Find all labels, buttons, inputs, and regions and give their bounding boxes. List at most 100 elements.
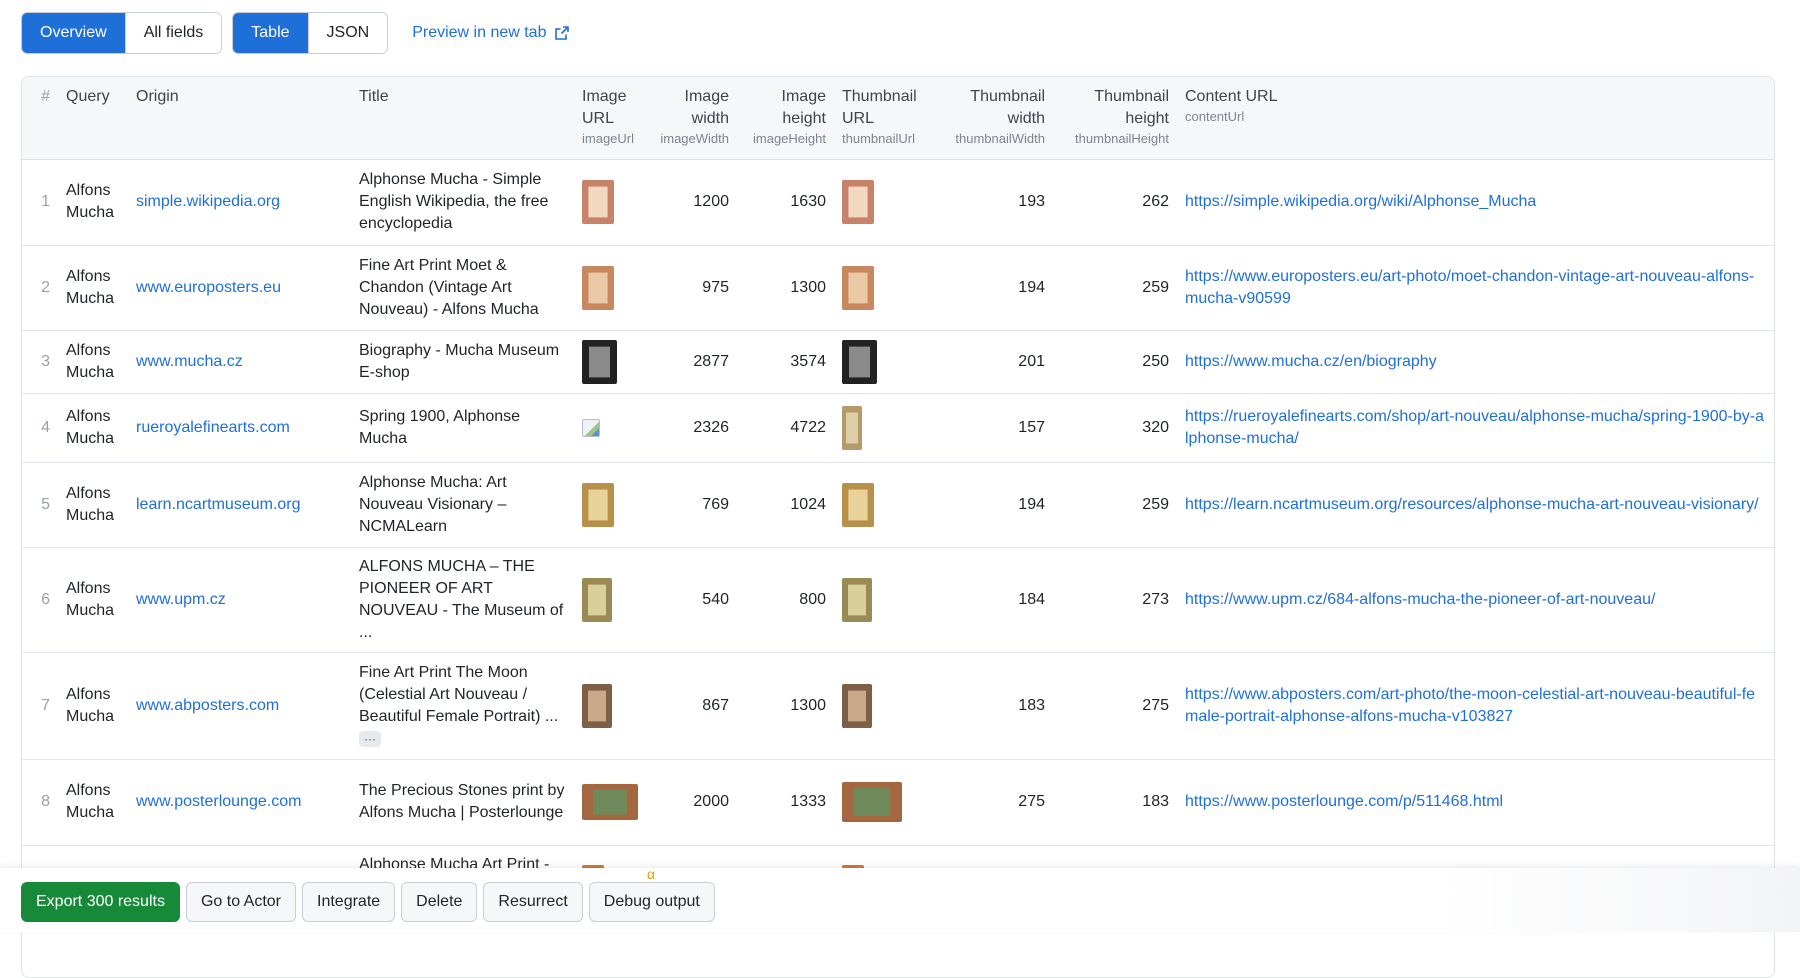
- content-url-link[interactable]: https://www.upm.cz/684-alfons-mucha-the-…: [1185, 591, 1655, 608]
- content-url-link[interactable]: https://simple.wikipedia.org/wiki/Alphon…: [1185, 193, 1536, 210]
- image-height-cell: 3574: [790, 352, 826, 370]
- col-header-title[interactable]: Title: [351, 77, 574, 159]
- table-row: 2 Alfons Mucha www.europosters.eu Fine Art …: [22, 245, 1774, 330]
- title-cell: ALFONS MUCHA – THE PIONEER OF ART NOUVEA…: [351, 547, 574, 652]
- origin-link[interactable]: www.posterlounge.com: [136, 793, 301, 810]
- row-index: 2: [41, 278, 50, 296]
- row-index: 5: [41, 495, 50, 513]
- thumbnail-image[interactable]: [842, 782, 902, 822]
- image-height-cell: 1024: [790, 495, 826, 513]
- go-to-actor-button[interactable]: Go to Actor: [185, 882, 296, 922]
- image-url-cell: [574, 462, 644, 547]
- content-url-link[interactable]: https://www.mucha.cz/en/biography: [1185, 353, 1437, 370]
- origin-link[interactable]: www.mucha.cz: [136, 353, 243, 370]
- thumbnail-width-cell: 201: [1018, 352, 1045, 370]
- title-cell: Alphonse Mucha - Simple English Wikipedi…: [351, 159, 574, 245]
- col-header-thumbnail-height[interactable]: Thumbnail height thumbnailHeight: [1053, 77, 1177, 159]
- table-header-row: # Query Origin Title Image URL imageUrl I…: [22, 77, 1774, 159]
- content-url-link[interactable]: https://rueroyalefinearts.com/shop/art-n…: [1185, 408, 1764, 447]
- view-toggle: Overview All fields: [21, 12, 223, 54]
- col-header-query[interactable]: Query: [58, 77, 128, 159]
- table-body: 1 Alfons Mucha simple.wikipedia.org Alphons…: [22, 159, 1774, 928]
- image-height-cell: 800: [799, 590, 826, 608]
- thumbnail-width-cell: 193: [1018, 193, 1045, 210]
- col-header-image-url[interactable]: Image URL imageUrl: [574, 77, 644, 159]
- expand-more-button[interactable]: ···: [359, 730, 381, 747]
- image-width-cell: 2877: [693, 352, 729, 370]
- thumbnail-image[interactable]: [842, 683, 872, 728]
- thumbnail-height-cell: 183: [1142, 793, 1169, 810]
- image-thumbnail[interactable]: [582, 339, 617, 384]
- image-thumbnail[interactable]: [582, 265, 614, 310]
- thumbnail-image[interactable]: [842, 482, 874, 527]
- integrate-button[interactable]: Integrate: [302, 882, 396, 922]
- tab-table[interactable]: Table: [233, 13, 308, 53]
- content-url-link[interactable]: https://www.abposters.com/art-photo/the-…: [1185, 686, 1755, 725]
- thumbnail-image[interactable]: [842, 405, 862, 450]
- image-url-cell: [574, 759, 644, 845]
- table-row: 3 Alfons Mucha www.mucha.cz Biography - Muc…: [22, 330, 1774, 393]
- origin-link[interactable]: www.europosters.eu: [136, 279, 281, 296]
- col-header-thumbnail-url[interactable]: Thumbnail URL thumbnailUrl: [834, 77, 933, 159]
- title-text: Fine Art Print The Moon (Celestial Art N…: [359, 663, 559, 725]
- image-width-cell: 1200: [693, 193, 729, 210]
- content-url-link[interactable]: https://www.europosters.eu/art-photo/moe…: [1185, 268, 1754, 307]
- image-width-cell: 2000: [693, 793, 729, 810]
- title-text: Alphonse Mucha: Art Nouveau Visionary – …: [359, 473, 507, 535]
- query-cell: Alfons Mucha: [66, 579, 115, 619]
- thumbnail-height-cell: 259: [1142, 278, 1169, 296]
- content-url-link[interactable]: https://www.posterlounge.com/p/511468.ht…: [1185, 793, 1503, 810]
- image-thumbnail[interactable]: [582, 577, 612, 622]
- delete-button[interactable]: Delete: [401, 882, 478, 922]
- image-thumbnail[interactable]: [582, 784, 638, 820]
- origin-link[interactable]: www.upm.cz: [136, 591, 226, 608]
- results-table-container[interactable]: # Query Origin Title Image URL imageUrl I…: [21, 76, 1775, 978]
- resurrect-button[interactable]: Resurrect: [483, 882, 583, 922]
- image-thumbnail[interactable]: [582, 482, 614, 527]
- table-row: 7 Alfons Mucha www.abposters.com Fine Art P…: [22, 652, 1774, 759]
- title-cell: Spring 1900, Alphonse Mucha: [351, 393, 574, 462]
- thumbnail-url-cell: [834, 547, 933, 652]
- col-header-thumbnail-width[interactable]: Thumbnail width thumbnailWidth: [933, 77, 1053, 159]
- tab-json[interactable]: JSON: [307, 13, 388, 53]
- col-header-index[interactable]: #: [22, 77, 58, 159]
- col-header-image-height[interactable]: Image height imageHeight: [737, 77, 834, 159]
- query-cell: Alfons Mucha: [66, 341, 115, 381]
- origin-link[interactable]: simple.wikipedia.org: [136, 193, 280, 210]
- content-url-link[interactable]: https://learn.ncartmuseum.org/resources/…: [1185, 496, 1759, 513]
- image-width-cell: 769: [702, 495, 729, 513]
- row-index: 3: [41, 352, 50, 370]
- image-height-cell: 1630: [790, 193, 826, 210]
- image-thumbnail[interactable]: [582, 180, 614, 224]
- row-index: 4: [41, 418, 50, 436]
- thumbnail-image[interactable]: [842, 180, 874, 224]
- title-cell: Alphonse Mucha: Art Nouveau Visionary – …: [351, 462, 574, 547]
- thumbnail-width-cell: 183: [1018, 696, 1045, 714]
- row-index: 6: [41, 590, 50, 608]
- title-text: Fine Art Print Moet & Chandon (Vintage A…: [359, 256, 539, 318]
- col-header-origin[interactable]: Origin: [128, 77, 351, 159]
- image-thumbnail[interactable]: [582, 683, 612, 728]
- origin-link[interactable]: www.abposters.com: [136, 697, 279, 714]
- thumbnail-url-cell: [834, 159, 933, 245]
- origin-link[interactable]: rueroyalefinearts.com: [136, 419, 290, 436]
- thumbnail-width-cell: 275: [1018, 793, 1045, 810]
- col-header-image-width[interactable]: Image width imageWidth: [644, 77, 737, 159]
- query-cell: Alfons Mucha: [66, 182, 115, 221]
- table-row: 4 Alfons Mucha rueroyalefinearts.com Spring…: [22, 393, 1774, 462]
- tab-all-fields[interactable]: All fields: [124, 13, 222, 53]
- tab-overview[interactable]: Overview: [22, 13, 125, 53]
- title-cell: The Precious Stones print by Alfons Much…: [351, 759, 574, 845]
- thumbnail-image[interactable]: [842, 577, 872, 622]
- export-results-button[interactable]: Export 300 results: [21, 882, 180, 922]
- thumbnail-image[interactable]: [842, 265, 874, 310]
- col-header-content-url[interactable]: Content URL contentUrl: [1177, 77, 1774, 159]
- origin-link[interactable]: learn.ncartmuseum.org: [136, 496, 301, 513]
- thumbnail-width-cell: 184: [1018, 590, 1045, 608]
- broken-image-icon[interactable]: [582, 418, 600, 437]
- thumbnail-height-cell: 262: [1142, 193, 1169, 210]
- table-row: 6 Alfons Mucha www.upm.cz ALFONS MUCHA – TH…: [22, 547, 1774, 652]
- debug-output-button[interactable]: Debug output: [588, 882, 715, 922]
- thumbnail-image[interactable]: [842, 339, 877, 384]
- preview-in-new-tab-link[interactable]: Preview in new tab: [412, 24, 570, 42]
